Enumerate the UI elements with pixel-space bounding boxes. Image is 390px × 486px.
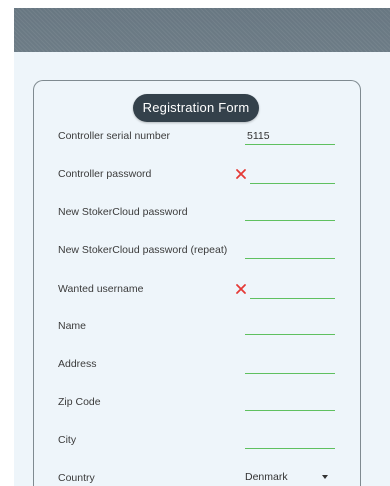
repeat-password-input[interactable]	[245, 241, 335, 259]
close-icon	[235, 167, 247, 179]
controller-password-label: Controller password	[58, 168, 152, 180]
close-icon	[235, 282, 247, 294]
city-input[interactable]	[245, 431, 335, 449]
address-label: Address	[58, 358, 97, 370]
header-bar	[14, 8, 390, 52]
chevron-down-icon	[322, 475, 328, 479]
new-password-label: New StokerCloud password	[58, 206, 188, 218]
country-selected-value: Denmark	[245, 471, 288, 483]
wanted-username-label: Wanted username	[58, 283, 144, 295]
zip-code-label: Zip Code	[58, 396, 101, 408]
city-label: City	[58, 434, 77, 446]
name-label: Name	[58, 320, 87, 332]
serial-number-input[interactable]	[245, 127, 335, 145]
form-title: Registration Form	[133, 94, 259, 122]
zip-code-input[interactable]	[245, 393, 335, 411]
name-input[interactable]	[245, 317, 335, 335]
country-label: Country	[58, 472, 95, 484]
wanted-username-input[interactable]	[250, 281, 335, 299]
repeat-password-label: New StokerCloud password (repeat)	[58, 244, 228, 256]
serial-number-label: Controller serial number	[58, 130, 171, 142]
app-screen: Registration Form Controller serial numb…	[0, 0, 390, 486]
country-select[interactable]: Denmark	[245, 469, 335, 486]
controller-password-input[interactable]	[250, 166, 335, 184]
new-password-input[interactable]	[245, 203, 335, 221]
address-input[interactable]	[245, 356, 335, 374]
